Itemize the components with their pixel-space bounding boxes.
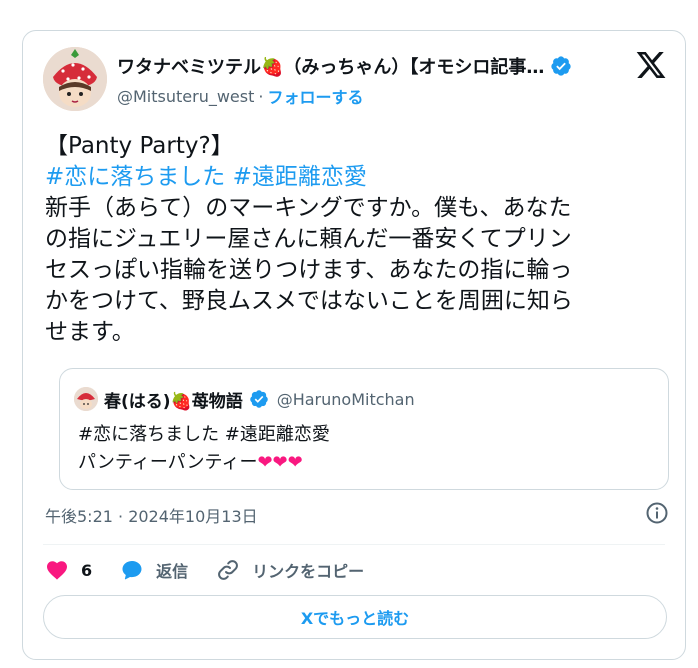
quoted-line-text: パンティーパンティー <box>78 452 258 473</box>
heart-icon <box>47 561 67 580</box>
author-name-row[interactable]: ワタナベミツテル🍓（みっちゃん）【オモシロ記事… <box>117 53 617 79</box>
reply-bubble-icon <box>122 561 142 580</box>
author-display-name[interactable]: ワタナベミツテル🍓（みっちゃん）【オモシロ記事… <box>117 53 544 79</box>
tweet-line: かをつけて、野良ムスメではないことを周囲に知ら <box>45 288 573 314</box>
quoted-text: #恋に落ちました #遠距離恋愛 パンティーパンティー❤❤❤ <box>78 421 330 477</box>
quoted-tweet[interactable]: 春(はる)🍓苺物語 @HarunoMitchan #恋に落ちました #遠距離恋愛… <box>59 368 669 490</box>
quoted-line: パンティーパンティー❤❤❤ <box>78 449 330 477</box>
tweet-line: セスっぽい指輪を送りつけます、あなたの指に輪っ <box>45 257 573 283</box>
follow-button[interactable]: フォローする <box>267 84 363 108</box>
author-handle-row: @Mitsuteru_west · フォローする <box>117 84 363 108</box>
reply-button[interactable]: 返信 <box>120 558 188 582</box>
verified-badge-icon <box>249 390 268 408</box>
tweet-timestamp[interactable]: 午後5:21 · 2024年10月13日 <box>45 503 258 527</box>
separator-dot: · <box>258 86 264 106</box>
quoted-author-avatar[interactable] <box>74 387 98 411</box>
quoted-author-row: 春(はる)🍓苺物語 @HarunoMitchan <box>104 387 415 412</box>
author-avatar[interactable] <box>43 47 107 111</box>
tweet-line: の指にジュエリー屋さんに頼んだ一番安くてプリン <box>45 226 572 252</box>
tweet-line: 【Panty Party?】 <box>45 133 234 159</box>
like-button[interactable]: 6 <box>45 558 92 582</box>
tweet-line: 新手（あらて）のマーキングですか。僕も、あなた <box>45 195 572 221</box>
hashtag-line: #恋に落ちました #遠距離恋愛 <box>45 162 665 193</box>
reply-label: 返信 <box>156 562 189 581</box>
link-icon <box>218 560 239 580</box>
author-handle[interactable]: @Mitsuteru_west <box>117 87 254 106</box>
heart-emoji-icon: ❤❤❤ <box>257 452 303 473</box>
like-count: 6 <box>81 560 93 580</box>
read-more-button[interactable]: Xでもっと読む <box>43 595 667 639</box>
hashtag-link[interactable]: #恋に落ちました <box>45 164 225 190</box>
x-logo-icon[interactable] <box>635 49 667 81</box>
hashtag-link[interactable]: #遠距離恋愛 <box>233 164 367 190</box>
verified-badge-icon <box>551 56 572 76</box>
quoted-line: #恋に落ちました #遠距離恋愛 <box>78 424 330 445</box>
tweet-line: せます。 <box>45 319 135 345</box>
copy-link-button[interactable]: リンクをコピー <box>216 558 364 582</box>
copy-link-label: リンクをコピー <box>252 562 365 581</box>
tweet-text: 【Panty Party?】 #恋に落ちました #遠距離恋愛 新手（あらて）のマ… <box>45 131 665 348</box>
divider <box>43 544 665 545</box>
info-icon[interactable] <box>645 501 669 525</box>
quoted-display-name[interactable]: 春(はる)🍓苺物語 <box>104 387 243 412</box>
action-bar: 6 返信 リンクをコピー <box>45 555 392 585</box>
embedded-tweet-card: ワタナベミツテル🍓（みっちゃん）【オモシロ記事… @Mitsuteru_west… <box>22 30 686 660</box>
quoted-handle[interactable]: @HarunoMitchan <box>277 390 415 409</box>
